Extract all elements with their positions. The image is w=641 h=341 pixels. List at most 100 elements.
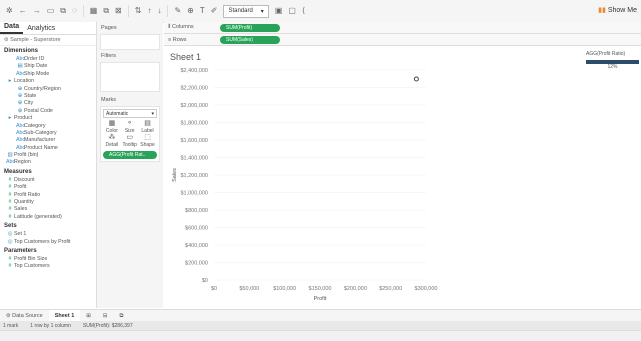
dimension-field[interactable]: ⊕ Postal Code — [0, 108, 96, 115]
dimension-field[interactable]: ⊕ State — [0, 93, 96, 100]
dimension-field[interactable]: ⊕ Country/Region — [0, 86, 96, 93]
x-tick-label: $250,000 — [379, 286, 402, 292]
field-type-icon: # — [8, 263, 12, 270]
dimension-field[interactable]: ▤ Ship Date — [0, 63, 96, 70]
datasource-item[interactable]: ⊜ Sample - Superstore — [0, 35, 96, 46]
new-story-icon[interactable]: ⧉ — [114, 313, 130, 320]
marks-color-button[interactable]: ▦ Color — [103, 120, 121, 134]
dimension-field[interactable]: ▸ Location — [0, 78, 96, 85]
dimension-field[interactable]: AbcCategory — [0, 123, 96, 130]
dimension-field[interactable]: AbcShip Mode — [0, 71, 96, 78]
undo-icon[interactable]: ← — [19, 6, 27, 16]
field-type-icon: ⊕ — [17, 85, 23, 92]
filters-card-title: Filters — [101, 53, 116, 59]
y-tick-label: $1,000,000 — [180, 191, 208, 197]
measure-field[interactable]: # Profit Ratio — [0, 192, 96, 199]
dimension-field[interactable]: ▥ Profit (bin) — [0, 152, 96, 159]
fit-select[interactable]: Standard ▾ — [223, 4, 269, 18]
pause-icon[interactable]: ◌ — [72, 6, 77, 16]
show-me-button[interactable]: ▮▮ Show Me — [598, 6, 637, 14]
marks-tooltip-button[interactable]: ▭ Tooltip — [121, 134, 139, 148]
marks-detail-button[interactable]: ⁂ Detail — [103, 134, 121, 148]
field-type-icon: # — [8, 255, 12, 262]
filters-shelf[interactable] — [100, 62, 160, 92]
tab-analytics[interactable]: Analytics — [23, 25, 59, 34]
duplicate-icon[interactable]: ⧉ — [103, 6, 109, 16]
field-type-icon: # — [8, 199, 12, 206]
field-type-icon: Abc — [16, 144, 26, 151]
rows-pill[interactable]: SUM(Sales) — [220, 35, 280, 44]
columns-label: ⦀ Columns — [168, 24, 194, 30]
field-type-icon: ⊕ — [17, 107, 23, 114]
status-sum: SUM(Profit): $286,397 — [82, 322, 133, 329]
data-point[interactable] — [413, 76, 419, 82]
shape-icon: ⬚ — [144, 134, 151, 141]
dimension-field[interactable]: AbcRegion — [0, 159, 96, 166]
label-icon[interactable]: T — [200, 6, 205, 16]
save-icon[interactable]: ▭ — [47, 6, 55, 16]
marks-size-button[interactable]: ⚬ Size — [121, 120, 139, 134]
dimension-field[interactable]: AbcManufacturer — [0, 137, 96, 144]
dimension-field[interactable]: ⊕ City — [0, 100, 96, 107]
dimension-field[interactable]: AbcProduct Name — [0, 145, 96, 152]
marks-card-title: Marks — [101, 97, 116, 103]
dimension-field[interactable]: AbcOrder ID — [0, 56, 96, 63]
x-tick-label: $50,000 — [239, 286, 259, 292]
measure-field[interactable]: # Latitude (generated) — [0, 214, 96, 221]
dimensions-list: AbcOrder ID ▤ Ship Date AbcShip Mode ▸ Locati… — [0, 56, 96, 167]
tab-data[interactable]: Data — [0, 23, 24, 34]
rows-label: ≡ Rows — [168, 36, 187, 43]
tooltip-icon[interactable]: ▢ — [288, 6, 296, 16]
share-icon[interactable]: ⟨ — [302, 6, 305, 16]
new-datasource-icon[interactable]: ⧉ — [60, 6, 66, 16]
cards-column: Pages Filters Marks Automatic ▾ ▦ Color ⚬ Si… — [97, 22, 163, 308]
new-dashboard-icon[interactable]: ⊟ — [97, 313, 114, 319]
set-item[interactable]: ◎ Set 1 — [0, 231, 96, 238]
field-type-icon: ⊕ — [17, 100, 23, 107]
marks-shape-button[interactable]: ⬚ Shape — [139, 134, 157, 148]
pages-shelf[interactable] — [100, 34, 160, 50]
measure-field[interactable]: # Discount — [0, 177, 96, 184]
present-icon[interactable]: ▣ — [275, 6, 283, 16]
sort-desc-icon[interactable]: ↓ — [157, 6, 161, 16]
measures-list: # Discount # Profit # Profit Ratio # Quantity # S… — [0, 177, 96, 221]
field-type-icon: ⊕ — [17, 92, 23, 99]
measure-field[interactable]: # Profit — [0, 184, 96, 191]
marks-color-pill[interactable]: AGG(Profit Rat.. — [103, 151, 157, 159]
redo-icon[interactable]: → — [33, 6, 41, 16]
parameter-item[interactable]: # Profit Bin Size — [0, 256, 96, 263]
group-icon[interactable]: ⊕ — [187, 6, 194, 16]
measure-field[interactable]: # Quantity — [0, 199, 96, 206]
y-tick-label: $1,400,000 — [180, 156, 208, 162]
field-type-icon: # — [8, 191, 12, 198]
rows-shelf[interactable]: ≡ Rows SUM(Sales) — [164, 34, 641, 46]
clear-icon[interactable]: ⊠ — [115, 6, 122, 16]
tab-data-source[interactable]: ⊜ Data Source — [0, 313, 49, 319]
marks-label-button[interactable]: ▤ Label — [139, 120, 157, 134]
dimension-field[interactable]: ▸ Product — [0, 115, 96, 122]
format-icon[interactable]: ✐ — [211, 6, 218, 16]
tooltip-icon: ▭ — [126, 134, 134, 141]
marks-card: Automatic ▾ ▦ Color ⚬ Size ▤ Label ⁂ Detail ▭ Tool… — [100, 106, 160, 162]
color-icon: ▦ — [108, 120, 116, 127]
set-item[interactable]: ◎ Top Customers by Profit — [0, 239, 96, 246]
measure-field[interactable]: # Sales — [0, 206, 96, 213]
status-bar: 1 mark 1 row by 1 column SUM(Profit): $2… — [0, 321, 641, 330]
dimension-field[interactable]: AbcSub-Category — [0, 130, 96, 137]
field-type-icon: # — [8, 176, 12, 183]
mark-type-select[interactable]: Automatic ▾ — [103, 109, 157, 118]
scatter-chart: $0 $200,000 $400,000 $600,000 $800,000 $1,000… — [172, 68, 437, 302]
new-sheet-icon[interactable]: ▦ — [90, 6, 98, 16]
new-worksheet-icon[interactable]: ⊞ — [80, 313, 97, 319]
parameters-header: Parameters — [4, 247, 37, 254]
sort-asc-icon[interactable]: ↑ — [147, 6, 151, 16]
dimensions-header: Dimensions — [4, 48, 39, 54]
swap-icon[interactable]: ⇅ — [135, 6, 142, 16]
legend-value: 12% — [607, 64, 618, 70]
columns-shelf[interactable]: ⦀ Columns SUM(Profit) — [164, 22, 641, 34]
highlight-icon[interactable]: ✎ — [174, 6, 181, 16]
columns-pill[interactable]: SUM(Profit) — [220, 23, 280, 32]
parameter-item[interactable]: # Top Customers — [0, 263, 96, 270]
tableau-logo-icon[interactable]: ✲ — [6, 6, 13, 16]
toolbar: ✲ ← → ▭ ⧉ ◌ ▦ ⧉ ⊠ ⇅ ↑ ↓ ✎ ⊕ T ✐ Standard… — [0, 0, 641, 23]
